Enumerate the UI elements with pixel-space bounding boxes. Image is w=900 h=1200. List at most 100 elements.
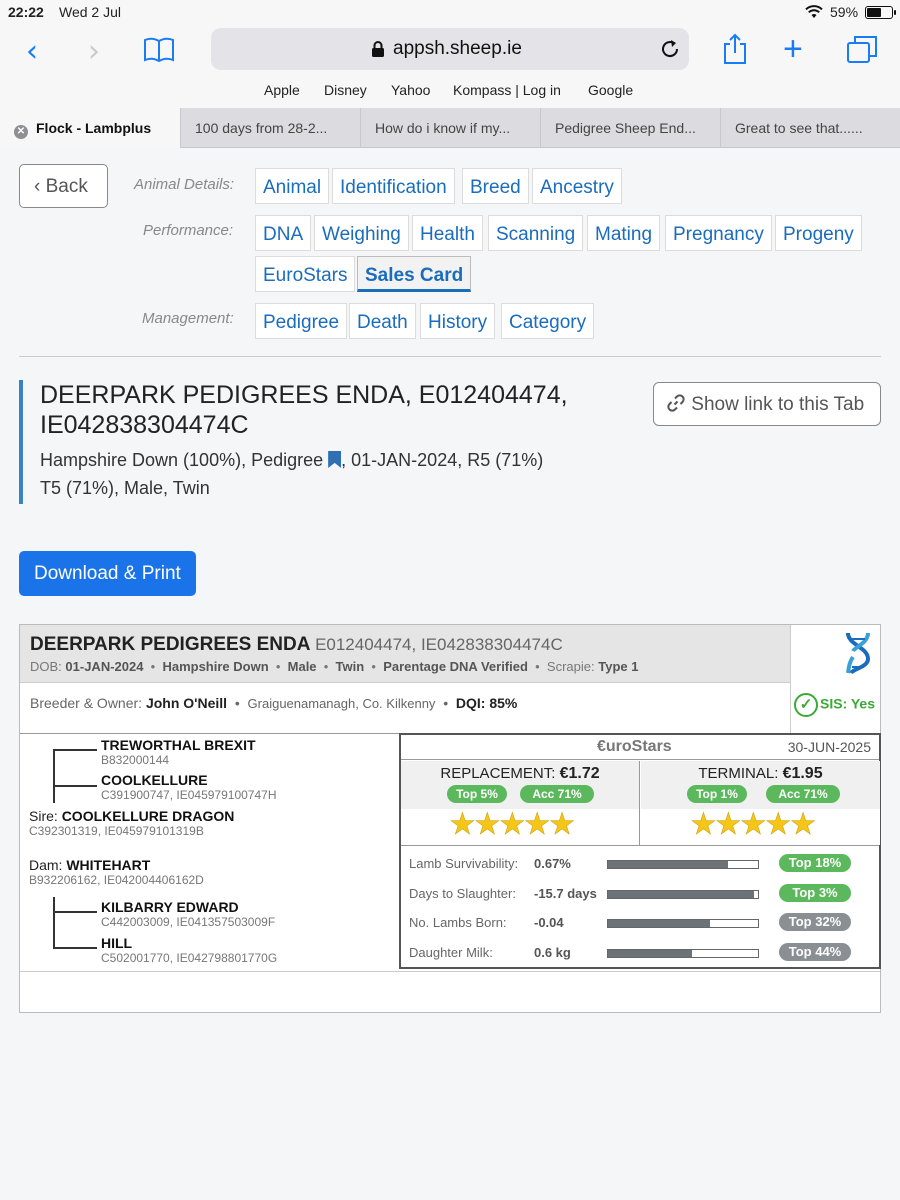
back-button[interactable]: ‹ Back xyxy=(19,164,108,208)
pedigree-sire: Sire: COOLKELLURE DRAGON C392301319, IE0… xyxy=(29,808,234,838)
card-title: DEERPARK PEDIGREES ENDA E012404474, IE04… xyxy=(30,634,563,656)
favorite-link[interactable]: Kompass | Log in xyxy=(453,82,561,98)
star-icon: ★ xyxy=(473,807,501,843)
browser-tab[interactable]: How do i know if my... xyxy=(360,108,540,148)
star-icon: ★ xyxy=(690,807,717,843)
card-animal-name: DEERPARK PEDIGREES ENDA xyxy=(30,634,310,655)
trait-value: -0.04 xyxy=(534,915,564,930)
tab-dna[interactable]: DNA xyxy=(255,215,312,251)
trait-bar xyxy=(607,949,759,958)
browser-back-icon[interactable]: ‹ xyxy=(26,34,38,69)
pedigree-ids: C442003009, IE041357503009F xyxy=(101,915,276,929)
pedigree-dam-sire: KILBARRY EDWARD C442003009, IE0413575030… xyxy=(101,899,275,929)
trait-bar-fill xyxy=(608,891,754,898)
tab-category[interactable]: Category xyxy=(501,303,595,339)
tab-health[interactable]: Health xyxy=(412,215,483,251)
favorite-link[interactable]: Google xyxy=(588,82,633,98)
pedigree-name: COOLKELLURE xyxy=(101,772,208,788)
trait-label: No. Lambs Born: xyxy=(409,915,507,930)
trait-top-badge: Top 18% xyxy=(779,854,851,872)
animal-meta-a: Hampshire Down (100%), Pedigree xyxy=(40,450,324,470)
trait-label: Daughter Milk: xyxy=(409,945,493,960)
show-link-label: Show link to this Tab xyxy=(691,394,865,415)
tab-progeny[interactable]: Progeny xyxy=(775,215,862,251)
trait-bar xyxy=(607,860,759,869)
breeder-label: Breeder & Owner: xyxy=(30,695,146,711)
new-tab-icon[interactable]: + xyxy=(783,30,803,69)
favorite-link[interactable]: Yahoo xyxy=(391,82,430,98)
favorite-link[interactable]: Apple xyxy=(264,82,300,98)
tab-breed[interactable]: Breed xyxy=(462,168,529,204)
url-text: appsh.sheep.ie xyxy=(393,38,522,59)
tab-label: Great to see that...... xyxy=(735,120,863,136)
tab-scanning[interactable]: Scanning xyxy=(488,215,584,251)
dam-label: Dam: xyxy=(29,857,67,873)
tab-sales-card[interactable]: Sales Card xyxy=(357,256,472,292)
tab-label: How do i know if my... xyxy=(375,120,511,136)
browser-tab[interactable]: ✕ Flock - Lambplus xyxy=(0,108,180,148)
star-icon: ★ xyxy=(548,807,575,843)
replacement-value: €1.72 xyxy=(559,765,600,782)
status-time: 22:22 xyxy=(8,4,44,20)
pedigree-connector xyxy=(53,785,97,787)
pedigree-sire-dam: COOLKELLURE C391900747, IE045979100747H xyxy=(101,772,277,802)
address-bar[interactable]: appsh.sheep.ie xyxy=(211,28,689,70)
reload-icon[interactable] xyxy=(659,38,681,65)
lock-icon xyxy=(371,41,385,63)
tab-mating[interactable]: Mating xyxy=(587,215,661,251)
dqi-value: DQI: 85% xyxy=(455,695,518,711)
close-tab-icon[interactable]: ✕ xyxy=(14,125,28,139)
star-icon: ★ xyxy=(739,807,767,843)
tab-history[interactable]: History xyxy=(420,303,496,339)
tabs-overview-icon[interactable] xyxy=(846,34,878,69)
replacement-label-text: REPLACEMENT: xyxy=(440,765,560,782)
replacement-acc-badge: Acc 71% xyxy=(520,785,594,803)
tab-label: Pedigree Sheep End... xyxy=(555,120,696,136)
star-icon: ★ xyxy=(449,807,476,843)
pedigree-name: COOLKELLURE DRAGON xyxy=(61,808,235,824)
pedigree-connector xyxy=(53,897,55,949)
battery-icon xyxy=(865,6,896,19)
trait-row: Lamb Survivability: 0.67% Top 18% xyxy=(409,852,879,878)
pedigree-connector xyxy=(53,749,55,803)
download-print-button[interactable]: Download & Print xyxy=(19,551,196,596)
link-icon xyxy=(666,394,691,415)
animal-meta: Hampshire Down (100%), Pedigree , 01-JAN… xyxy=(40,446,619,502)
tab-label: 100 days from 28-2... xyxy=(195,120,328,136)
share-icon[interactable] xyxy=(722,33,748,70)
battery-percent: 59% xyxy=(830,4,859,20)
browser-tabs: ✕ Flock - Lambplus 100 days from 28-2... … xyxy=(0,108,900,148)
trait-row: Days to Slaughter: -15.7 days Top 3% xyxy=(409,882,879,908)
star-icon: ★ xyxy=(789,807,816,843)
show-link-button[interactable]: Show link to this Tab xyxy=(653,382,881,426)
favorite-link[interactable]: Disney xyxy=(324,82,367,98)
tab-animal[interactable]: Animal xyxy=(255,168,330,204)
pedigree-connector xyxy=(53,947,97,949)
tab-pregnancy[interactable]: Pregnancy xyxy=(665,215,772,251)
tab-identification[interactable]: Identification xyxy=(332,168,455,204)
terminal-acc-badge: Acc 71% xyxy=(766,785,840,803)
tab-pedigree[interactable]: Pedigree xyxy=(255,303,348,339)
tab-ancestry[interactable]: Ancestry xyxy=(532,168,622,204)
browser-tab[interactable]: 100 days from 28-2... xyxy=(180,108,360,148)
browser-forward-icon[interactable]: › xyxy=(88,34,100,69)
divider xyxy=(19,356,881,357)
eurostars-date: 30-JUN-2025 xyxy=(787,739,871,755)
card-breed: Hampshire Down xyxy=(162,659,269,674)
bookmarks-icon[interactable] xyxy=(143,37,175,68)
terminal-top-badge: Top 1% xyxy=(687,785,747,803)
tab-eurostars[interactable]: EuroStars xyxy=(255,256,356,292)
browser-tab[interactable]: Pedigree Sheep End... xyxy=(540,108,720,148)
tab-weighing[interactable]: Weighing xyxy=(314,215,409,251)
trait-row: Daughter Milk: 0.6 kg Top 44% xyxy=(409,941,879,967)
trait-row: No. Lambs Born: -0.04 Top 32% xyxy=(409,911,879,937)
tab-death[interactable]: Death xyxy=(349,303,416,339)
star-icon: ★ xyxy=(714,807,742,843)
pedigree-sire-sire: TREWORTHAL BREXIT B832000144 xyxy=(101,737,256,767)
animal-title-line2: IE042838304474C xyxy=(40,411,249,439)
browser-tab[interactable]: Great to see that...... xyxy=(720,108,900,148)
card-footer-divider xyxy=(20,971,880,972)
terminal-label-text: TERMINAL: xyxy=(698,765,783,782)
tab-label: Flock - Lambplus xyxy=(36,120,152,136)
card-parentage: Parentage DNA Verified xyxy=(383,659,528,674)
